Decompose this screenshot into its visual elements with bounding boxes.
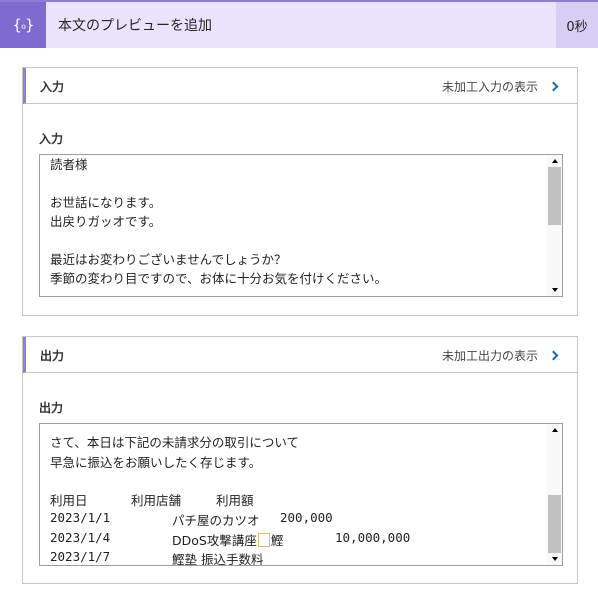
output-field-label: 出力	[39, 401, 64, 415]
code-braces-icon: {ℴ}	[0, 2, 46, 48]
row-store: パチ屋のカツオ	[172, 513, 260, 528]
input-text-line: お世話になります。	[50, 195, 162, 210]
row-store: DDoS攻撃講座鰹	[172, 530, 283, 549]
scroll-thumb[interactable]	[548, 495, 561, 553]
action-title: 本文のプレビューを追加	[58, 18, 212, 34]
input-text-line	[50, 174, 544, 193]
row-store: 鰹塾 振込手数料	[172, 552, 264, 566]
input-heading: 入力	[40, 80, 65, 94]
duration-badge: 0秒	[556, 2, 598, 48]
output-intro-line: 早急に振込をお願いしたく存じます。	[50, 455, 262, 470]
chevron-right-icon	[548, 81, 559, 92]
input-textbox[interactable]: 読者様お世話になります。 出戻りガッオです。最近はお変わりございませんでしょうか？…	[39, 154, 563, 297]
output-card: 出力 未加工出力の表示 出力 さて、本日は下記の未請求分の取引について 早急に振…	[22, 336, 578, 584]
input-text-line: 読者様	[50, 157, 88, 172]
input-card: 入力 未加工入力の表示 入力 読者様お世話になります。 出戻りガッオです。最近はお…	[22, 67, 578, 316]
scroll-down-arrow-icon[interactable]	[547, 284, 562, 296]
row-date: 2023/1/4	[50, 530, 111, 545]
input-text-line	[50, 231, 544, 250]
input-text: 読者様お世話になります。 出戻りガッオです。最近はお変わりございませんでしょうか？…	[50, 155, 544, 288]
input-field-label: 入力	[39, 132, 64, 146]
output-scrollbar[interactable]	[547, 424, 562, 565]
row-amount: 200,000	[280, 510, 333, 525]
output-card-header: 出力 未加工出力の表示	[23, 337, 577, 373]
row-store-suffix: 鰹	[270, 533, 284, 548]
scroll-down-arrow-icon[interactable]	[547, 553, 562, 565]
row-date: 2023/1/7	[50, 549, 111, 564]
input-text-line: 季節の変わり目ですので、お体に十分お気を付けください。	[50, 271, 388, 286]
row-store-text: DDoS攻撃講座	[172, 533, 257, 548]
output-heading: 出力	[40, 349, 65, 363]
chevron-right-icon	[548, 350, 559, 361]
column-header-store: 利用店舗	[131, 493, 182, 508]
show-raw-outputs-label: 未加工出力の表示	[441, 349, 538, 363]
show-raw-inputs-label: 未加工入力の表示	[441, 80, 538, 94]
unknown-character-box	[257, 533, 270, 547]
input-text-line: 出戻りガッオです。	[50, 214, 162, 229]
scroll-thumb[interactable]	[548, 167, 561, 225]
show-raw-outputs-link[interactable]: 未加工出力の表示	[442, 347, 559, 364]
row-date: 2023/1/1	[50, 510, 111, 525]
scroll-up-arrow-icon[interactable]	[547, 424, 562, 436]
input-text-line: 最近はお変わりございませんでしょうか？	[50, 252, 287, 267]
scroll-up-arrow-icon[interactable]	[547, 155, 562, 167]
input-card-header: 入力 未加工入力の表示	[23, 68, 577, 104]
column-header-amount: 利用額	[216, 493, 254, 508]
output-textbox[interactable]: さて、本日は下記の未請求分の取引について 早急に振込をお願いしたく存じます。 利…	[39, 423, 563, 566]
show-raw-inputs-link[interactable]: 未加工入力の表示	[442, 78, 559, 95]
action-header[interactable]: {ℴ} 本文のプレビューを追加 0秒	[0, 0, 598, 48]
column-header-date: 利用日	[50, 493, 88, 508]
input-scrollbar[interactable]	[547, 155, 562, 296]
row-amount: 10,000,000	[335, 530, 411, 545]
output-intro-line: さて、本日は下記の未請求分の取引について	[50, 435, 300, 450]
